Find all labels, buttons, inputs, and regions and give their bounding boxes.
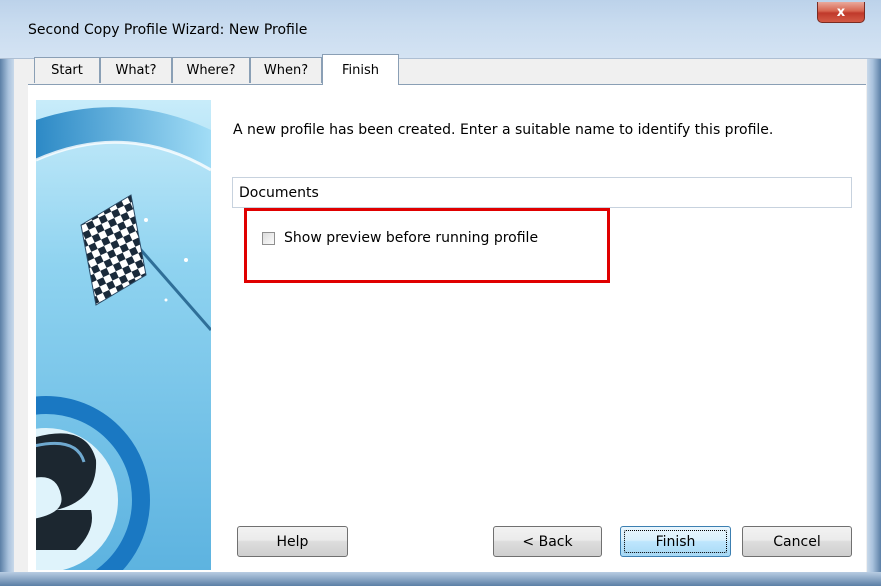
help-button-label: Help: [276, 533, 309, 550]
tab-label: Finish: [341, 62, 379, 78]
tab-label: Start: [51, 63, 83, 78]
back-button[interactable]: < Back: [493, 526, 602, 557]
tab-label: When?: [263, 63, 309, 78]
window-title: Second Copy Profile Wizard: New Profile: [28, 22, 308, 38]
close-button[interactable]: x: [817, 2, 865, 23]
tab-when[interactable]: When?: [250, 57, 322, 83]
back-button-label: < Back: [522, 533, 573, 550]
focus-ring: [624, 530, 727, 553]
cancel-button[interactable]: Cancel: [742, 526, 852, 557]
finish-button[interactable]: Finish: [620, 526, 731, 557]
close-icon: x: [836, 4, 846, 20]
annotation-highlight-box: [244, 208, 610, 283]
profile-name-input[interactable]: [232, 177, 852, 208]
tab-where[interactable]: Where?: [172, 57, 250, 83]
window-border-right: [867, 0, 881, 586]
tab-label: Where?: [186, 63, 236, 78]
instruction-text: A new profile has been created. Enter a …: [233, 122, 774, 138]
help-button[interactable]: Help: [237, 526, 348, 557]
tab-finish[interactable]: Finish: [322, 54, 399, 85]
tab-label: What?: [115, 63, 157, 78]
window-border-left: [0, 0, 14, 586]
checkered-flag-icon: [36, 100, 211, 570]
tab-what[interactable]: What?: [100, 57, 172, 83]
cancel-button-label: Cancel: [773, 533, 821, 550]
wizard-banner-image: [36, 100, 211, 570]
tab-start[interactable]: Start: [34, 57, 100, 83]
window-border-bottom: [0, 572, 881, 586]
